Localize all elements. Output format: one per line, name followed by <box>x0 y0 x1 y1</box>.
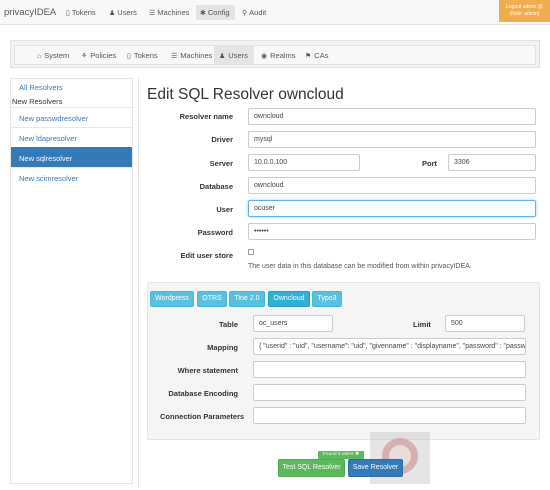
nav-audit-label: Audit <box>249 8 267 17</box>
user-icon: ♟ <box>109 10 116 17</box>
logout-label: Logout admin @ <box>506 4 543 10</box>
sidebar-item-scimresolver[interactable]: New scimresolver <box>11 167 132 187</box>
new-resolvers-heading: New Resolvers <box>12 97 63 106</box>
table-input[interactable]: oc_users <box>253 315 333 332</box>
tab-realms[interactable]: ◉ Realms <box>256 46 301 64</box>
nav-machines[interactable]: ☰ Machines <box>145 5 193 20</box>
all-resolvers-link[interactable]: All Resolvers <box>19 83 63 92</box>
nav-users-label: Users <box>117 8 137 17</box>
tab-machines[interactable]: ☰ Machines <box>166 46 217 64</box>
password-input[interactable]: •••••• <box>248 223 536 240</box>
tab-system-label: System <box>44 51 70 60</box>
tab-policies[interactable]: ⚘ Policies <box>76 46 121 64</box>
driver-input[interactable]: mysql <box>248 131 536 148</box>
preset-otrs-button[interactable]: OTRS <box>197 291 227 307</box>
table-label: Table <box>218 320 238 329</box>
top-navbar: privacyIDEA ▯ Tokens ♟ Users ☰ Machines ✱ Co… <box>0 0 550 25</box>
connection-parameters-label: Connection Parameters <box>160 412 245 421</box>
nav-users[interactable]: ♟ Users <box>105 5 141 20</box>
user-label: User <box>216 205 233 214</box>
tab-policies-label: Policies <box>90 51 117 60</box>
list-icon: ☰ <box>171 53 178 60</box>
search-icon: ⚲ <box>242 10 248 17</box>
where-statement-input[interactable] <box>253 361 526 378</box>
server-label: Server <box>209 159 233 168</box>
page-title: Edit SQL Resolver owncloud <box>147 86 344 103</box>
tab-cas[interactable]: ⚑ CAs <box>300 46 333 64</box>
list-icon: ☰ <box>149 10 156 17</box>
password-label: Password <box>197 228 233 237</box>
nav-machines-label: Machines <box>157 8 190 17</box>
mapping-input[interactable]: { "userid" : "uid", "username": "uid", "… <box>253 338 526 355</box>
connection-parameters-input[interactable] <box>253 407 526 424</box>
nav-audit[interactable]: ⚲ Audit <box>238 5 270 20</box>
gear-icon: ✱ <box>200 10 206 17</box>
edit-user-store-help: The user data in this database can be mo… <box>248 263 472 270</box>
tab-cas-label: CAs <box>314 51 329 60</box>
test-sql-resolver-button[interactable]: Test SQL Resolver <box>278 459 345 477</box>
nav-config[interactable]: ✱ Config <box>196 5 235 20</box>
preset-owncloud-button[interactable]: Owncloud <box>268 291 310 307</box>
found-users-badge[interactable]: Found 2 users ✖ <box>318 451 364 459</box>
user-input[interactable]: ocuser <box>248 200 536 217</box>
sidebar-item-passwdresolver[interactable]: New passwdresolver <box>11 107 132 127</box>
edit-user-store-label: Edit user store <box>180 251 233 260</box>
flag-icon: ⚑ <box>305 53 312 60</box>
limit-label: Limit <box>413 320 431 329</box>
mobile-icon: ▯ <box>66 10 70 17</box>
nav-tokens-label: Tokens <box>71 8 96 17</box>
tab-tokens[interactable]: ▯ Tokens <box>122 46 163 64</box>
mapping-label: Mapping <box>207 343 238 352</box>
database-label: Database <box>199 182 233 191</box>
globe-icon: ◉ <box>261 53 268 60</box>
user-icon: ♟ <box>219 53 226 60</box>
database-encoding-input[interactable] <box>253 384 526 401</box>
edit-user-store-checkbox[interactable] <box>248 249 254 255</box>
mobile-icon: ▯ <box>127 53 131 60</box>
tab-users[interactable]: ♟ Users <box>214 46 254 64</box>
where-statement-label: Where statement <box>177 366 238 375</box>
preset-wordpress-button[interactable]: Wordpress <box>150 291 194 307</box>
tab-tokens-label: Tokens <box>133 51 158 60</box>
tab-system[interactable]: ⌂ System <box>32 46 74 64</box>
database-input[interactable]: owncloud <box>248 177 536 194</box>
resolver-name-label: Resolver name <box>179 112 233 121</box>
port-input[interactable]: 3306 <box>448 154 536 171</box>
resolver-name-input[interactable]: owncloud <box>248 108 536 125</box>
nav-config-label: Config <box>207 8 230 17</box>
tab-realms-label: Realms <box>270 51 296 60</box>
tree-icon: ⚘ <box>81 53 88 60</box>
database-encoding-label: Database Encoding <box>168 389 238 398</box>
sidebar-item-sqlresolver[interactable]: New sqlresolver <box>11 147 132 167</box>
logout-button[interactable]: Logout admin @ (Role: admin) <box>499 0 550 22</box>
nav-tokens[interactable]: ▯ Tokens <box>62 5 100 20</box>
limit-input[interactable]: 500 <box>445 315 525 332</box>
tab-users-label: Users <box>228 51 248 60</box>
port-label: Port <box>422 159 437 168</box>
server-input[interactable]: 10.0.0.100 <box>248 154 360 171</box>
save-resolver-button[interactable]: Save Resolver <box>348 459 403 477</box>
sidebar-item-ldapresolver[interactable]: New ldapresolver <box>11 127 132 147</box>
config-subnav: ⌂ System ⚘ Policies ▯ Tokens ☰ Machines ♟ Use… <box>14 45 536 65</box>
preset-tine-button[interactable]: Tine 2.0 <box>229 291 265 307</box>
driver-label: Driver <box>211 135 233 144</box>
preset-typo3-button[interactable]: Typo3 <box>312 291 342 307</box>
brand-logo[interactable]: privacyIDEA <box>4 7 56 18</box>
role-label: (Role: admin) <box>509 11 540 17</box>
tab-machines-label: Machines <box>180 51 213 60</box>
bank-icon: ⌂ <box>37 53 42 60</box>
